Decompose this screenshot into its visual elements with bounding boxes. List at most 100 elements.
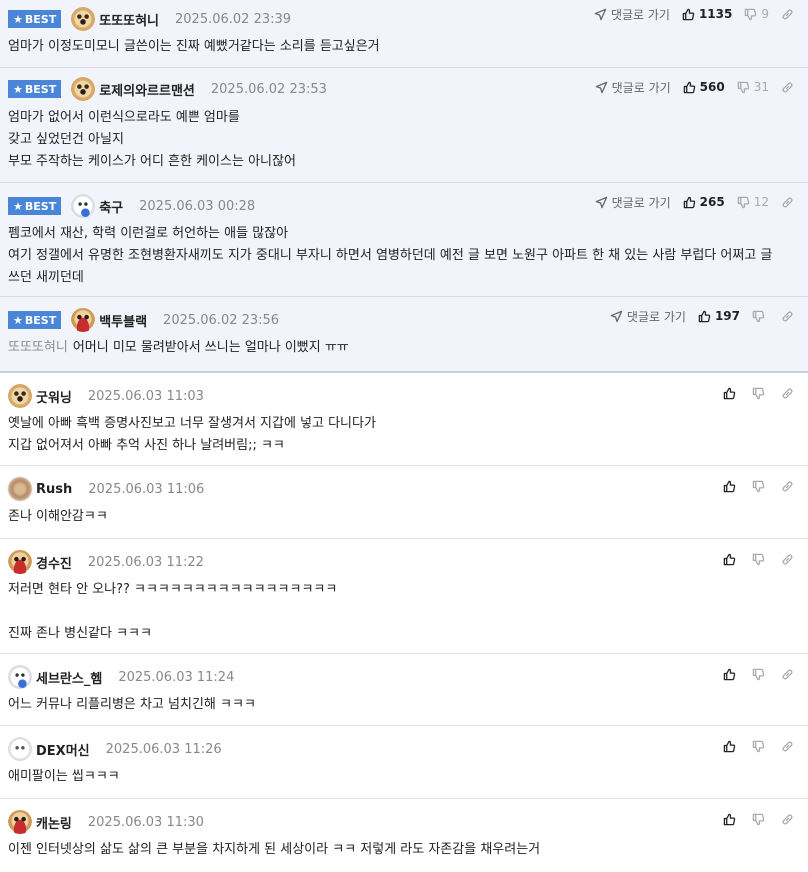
comment-date: 2025.06.03 11:24 [118,669,235,685]
like-button[interactable] [723,480,740,493]
comment: 굿워닝 2025.06.03 11:03 옛날에 아빠 흑백 증명사진보고 너무… [0,373,808,466]
share-button[interactable] [781,668,798,681]
comment-date: 2025.06.03 11:22 [87,554,204,570]
comment-date: 2025.06.03 11:30 [87,814,204,830]
avatar[interactable] [8,737,32,761]
thumbs-down-icon [752,813,765,825]
share-button[interactable] [781,387,798,400]
nickname[interactable]: 세브란스_헴 [36,668,102,687]
dislike-button[interactable] [752,387,769,400]
nickname[interactable]: 축구 [99,197,123,216]
avatar[interactable] [8,550,32,574]
thumbs-up-icon [723,387,736,399]
goto-reply-link[interactable]: 댓글로 가기 [610,308,686,325]
avatar[interactable] [8,477,32,501]
like-button[interactable]: 197 [698,309,740,323]
comment-date: 2025.06.02 23:39 [175,11,292,27]
thumbs-up-icon [723,740,736,752]
link-icon [782,480,793,492]
share-button[interactable] [781,196,798,209]
like-button[interactable] [723,668,740,681]
send-icon [595,81,607,93]
thumbs-down-icon [737,196,749,208]
nickname[interactable]: Rush [36,482,72,497]
like-button[interactable] [723,553,740,566]
thumbs-up-icon [682,8,695,20]
comment-body: 저러면 현타 안 오나?? ㅋㅋㅋㅋㅋㅋㅋㅋㅋㅋㅋㅋㅋㅋㅋㅋㅋ 진짜 존나 병신… [8,582,338,641]
thumbs-down-icon [752,310,765,322]
thumbs-down-icon [752,387,765,399]
best-badge: ★ BEST [8,311,62,329]
like-button[interactable] [723,387,740,400]
share-button[interactable] [781,310,798,323]
goto-reply-link[interactable]: 댓글로 가기 [595,79,671,96]
comment-body: 어느 커뮤나 리플리병은 차고 넘치긴해 ㅋㅋㅋ [8,697,256,712]
like-button[interactable]: 1135 [682,7,732,21]
share-button[interactable] [781,480,798,493]
avatar[interactable] [8,810,32,834]
nickname[interactable]: 경수진 [36,553,72,572]
share-button[interactable] [781,740,798,753]
link-icon [782,387,793,399]
send-icon [610,310,623,322]
thumbs-up-icon [723,668,736,680]
thumbs-down-icon [752,480,765,492]
share-button[interactable] [781,553,798,566]
avatar[interactable] [8,384,32,408]
nickname[interactable]: 또또또혀니 [99,10,159,29]
dislike-button[interactable] [752,668,769,681]
nickname[interactable]: 백투블랙 [99,311,147,330]
dislike-button[interactable]: 31 [737,80,769,94]
goto-reply-link[interactable]: 댓글로 가기 [594,6,670,23]
nickname[interactable]: DEX머신 [36,740,90,759]
send-icon [594,8,607,20]
like-button[interactable] [723,813,740,826]
comment-body: 존나 이해안감ㅋㅋ [8,509,108,524]
dislike-button[interactable] [752,813,769,826]
dislike-button[interactable] [752,480,769,493]
thumbs-up-icon [723,813,736,825]
nickname[interactable]: 굿워닝 [36,387,72,406]
thumbs-up-icon [683,196,695,208]
comment-date: 2025.06.03 11:03 [87,388,204,404]
dislike-button[interactable] [752,310,769,323]
like-button[interactable] [723,740,740,753]
send-icon [595,196,607,208]
goto-reply-link[interactable]: 댓글로 가기 [595,194,671,211]
comment-body: 옛날에 아빠 흑백 증명사진보고 너무 잘생겨서 지갑에 넣고 다니다가 지갑 … [8,416,376,453]
thumbs-up-icon [683,81,695,93]
dislike-button[interactable] [752,740,769,753]
dislike-button[interactable] [752,553,769,566]
share-button[interactable] [781,813,798,826]
comment-date: 2025.06.02 23:53 [210,81,327,97]
nickname[interactable]: 캐논링 [36,813,72,832]
thumbs-up-icon [723,480,736,492]
avatar[interactable] [8,665,32,689]
star-icon: ★ [13,199,23,213]
share-button[interactable] [781,8,798,21]
comment-date: 2025.06.03 11:26 [105,741,222,757]
comment-body: 애미팔이는 씹ㅋㅋㅋ [8,769,120,784]
avatar[interactable] [71,77,96,101]
best-comment: ★ BEST 백투블랙 2025.06.02 23:56 댓글로 가기 197 또… [0,297,808,373]
avatar[interactable] [71,308,96,332]
dislike-button[interactable]: 12 [737,195,769,209]
thumbs-up-icon [698,310,711,322]
share-button[interactable] [781,81,798,94]
link-icon [782,8,793,20]
nickname[interactable]: 로제의와르르맨션 [99,80,195,99]
thumbs-down-icon [752,553,765,565]
dislike-button[interactable]: 9 [744,7,769,21]
comment-date: 2025.06.03 00:28 [139,198,256,214]
avatar[interactable] [71,7,96,31]
thumbs-down-icon [745,8,757,20]
like-button[interactable]: 265 [683,195,725,209]
comment: 경수진 2025.06.03 11:22 저러면 현타 안 오나?? ㅋㅋㅋㅋㅋ… [0,539,808,654]
comment-body: 엄마가 없어서 이런식으로라도 예쁜 엄마를 갖고 싶었던건 아닐지 부모 주작… [8,110,296,169]
comment-date: 2025.06.02 23:56 [163,312,280,328]
mention-nickname[interactable]: 또또또혀니 [8,340,68,355]
link-icon [782,813,793,825]
comment: 캐논링 2025.06.03 11:30 이젠 인터넷상의 삶도 삶의 큰 부분… [0,799,808,872]
like-button[interactable]: 560 [683,80,725,94]
avatar[interactable] [71,194,96,218]
